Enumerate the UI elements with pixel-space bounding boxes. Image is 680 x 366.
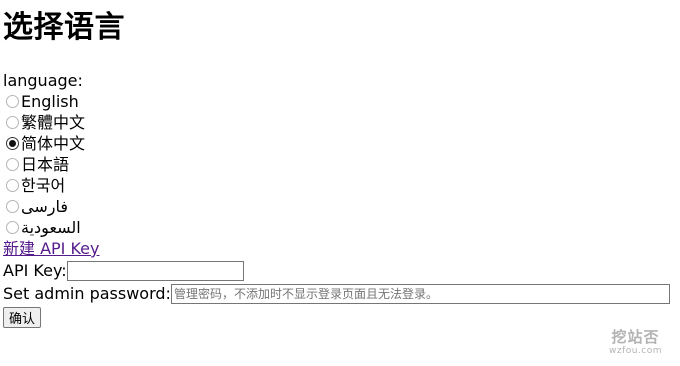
language-radio-korean[interactable] (6, 179, 19, 192)
language-option-label: 한국어 (21, 175, 66, 195)
language-option-japanese[interactable]: 日本語 (6, 154, 85, 175)
language-label: language: (3, 71, 83, 90)
language-option-traditional-chinese[interactable]: 繁體中文 (6, 112, 85, 133)
language-option-arabic[interactable]: السعودية (6, 217, 85, 238)
page: 选择语言 language: English 繁體中文 简体中文 日本語 한국어… (0, 0, 680, 366)
watermark-sub: wzfou.com (608, 346, 662, 356)
language-option-label: فارسی (21, 196, 68, 216)
language-option-english[interactable]: English (6, 91, 85, 112)
language-option-label: 简体中文 (21, 133, 86, 153)
new-api-key-link[interactable]: 新建 API Key (3, 239, 100, 259)
page-title: 选择语言 (3, 10, 125, 45)
language-radio-simplified-chinese[interactable] (6, 137, 19, 150)
language-option-simplified-chinese[interactable]: 简体中文 (6, 133, 85, 154)
watermark: 挖站否 wzfou.com (609, 328, 662, 357)
language-option-label: 日本語 (21, 154, 70, 174)
language-option-label: السعودية (21, 217, 81, 237)
api-key-label: API Key: (3, 261, 67, 280)
language-radio-english[interactable] (6, 95, 19, 108)
language-radio-japanese[interactable] (6, 158, 19, 171)
admin-password-label: Set admin password: (3, 284, 171, 303)
language-options: English 繁體中文 简体中文 日本語 한국어 فارسی السعودية (6, 91, 85, 238)
watermark-main: 挖站否 (611, 328, 660, 346)
language-option-label: 繁體中文 (21, 112, 86, 132)
language-radio-persian[interactable] (6, 200, 19, 213)
confirm-button[interactable]: 确认 (3, 307, 42, 328)
api-key-input[interactable] (66, 261, 244, 281)
admin-password-input[interactable] (170, 284, 670, 304)
language-radio-traditional-chinese[interactable] (6, 116, 19, 129)
language-radio-arabic[interactable] (6, 221, 19, 234)
language-option-korean[interactable]: 한국어 (6, 175, 85, 196)
language-option-persian[interactable]: فارسی (6, 196, 85, 217)
language-option-label: English (21, 91, 79, 111)
admin-password-row: Set admin password: (3, 284, 670, 304)
api-key-row: API Key: (3, 261, 244, 281)
